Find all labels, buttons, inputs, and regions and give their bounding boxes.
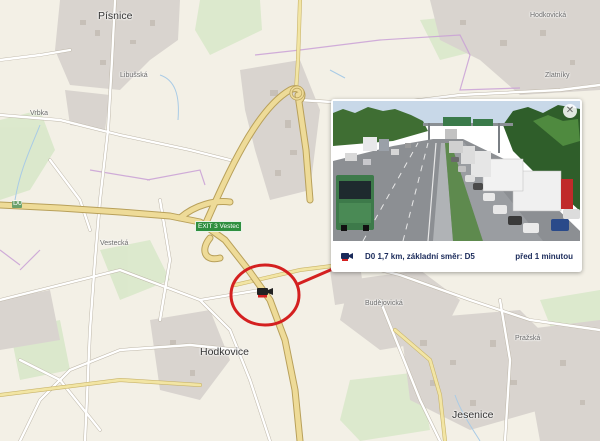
camera-snapshot-image[interactable] bbox=[333, 101, 580, 241]
map-label-libusska: Libušská bbox=[120, 72, 148, 79]
map-label-prazska: Pražská bbox=[515, 335, 541, 342]
map-label-pisnice: Písnice bbox=[98, 10, 133, 22]
traffic-camera-marker[interactable] bbox=[256, 285, 274, 298]
camera-popup: ✕ D0 1,7 km, základní směr: D5 před 1 mi… bbox=[331, 99, 582, 272]
traffic-camera-icon bbox=[341, 252, 353, 261]
popup-caption: D0 1,7 km, základní směr: D5 před 1 minu… bbox=[331, 241, 582, 272]
map-label-budejovicka: Budějovická bbox=[365, 300, 403, 307]
map-label-zlatniky: Zlatníky bbox=[545, 72, 570, 79]
map-label-hodkovice: Hodkovice bbox=[200, 346, 250, 358]
map-label-jesenice: Jesenice bbox=[452, 409, 494, 421]
map-label-hodkovicka: Hodkovická bbox=[530, 12, 567, 19]
map-label-vestecka: Vestecká bbox=[100, 240, 129, 247]
close-icon[interactable]: ✕ bbox=[563, 104, 577, 118]
exit-sign-vestec: EXIT 3 Vestec bbox=[195, 221, 243, 232]
camera-timestamp: před 1 minutou bbox=[515, 252, 573, 261]
camera-location-label: D0 1,7 km, základní směr: D5 bbox=[365, 252, 475, 261]
map-label-d0: D0 bbox=[13, 200, 22, 207]
map-label-vrbka: Vrbka bbox=[30, 110, 49, 117]
